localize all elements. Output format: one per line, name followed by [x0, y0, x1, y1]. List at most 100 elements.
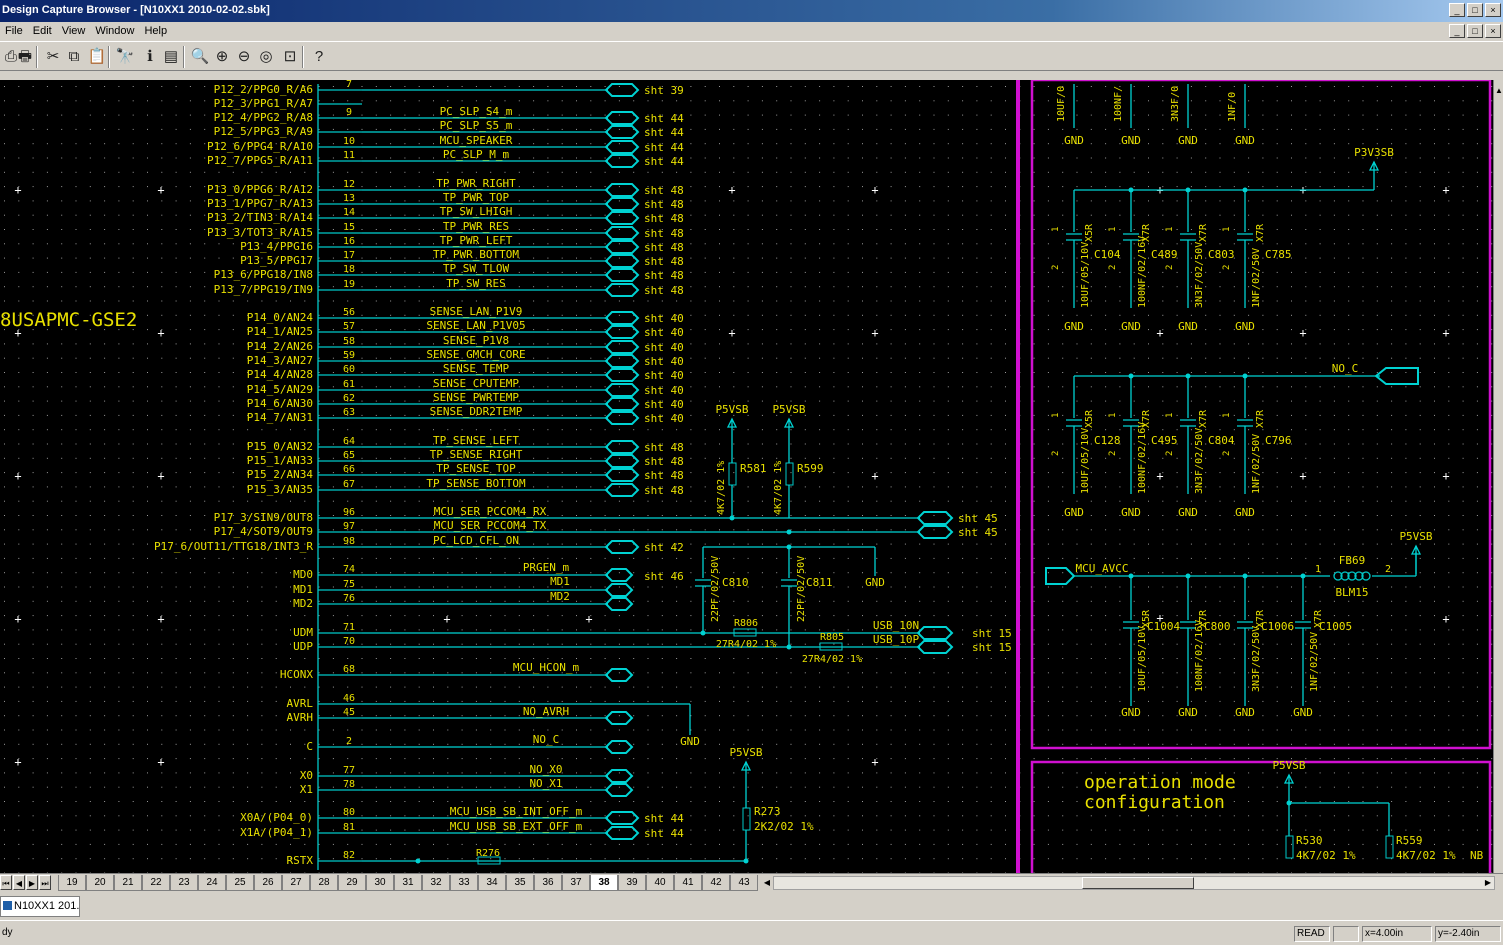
close-button[interactable]: ×: [1485, 3, 1501, 17]
grid-cross: +: [728, 183, 735, 197]
zoom-fit-icon[interactable]: ⊡: [279, 46, 301, 68]
last-sheet-icon[interactable]: ⏭: [39, 875, 51, 890]
offpage-connector: [604, 597, 634, 611]
menu-window[interactable]: Window: [90, 22, 139, 37]
sheet-tab-20[interactable]: 20: [86, 875, 114, 891]
sheet-tab-25[interactable]: 25: [226, 875, 254, 891]
next-sheet-icon[interactable]: ▶: [26, 875, 38, 890]
sheet-ref: sht 48: [644, 455, 684, 468]
pin-number: 61: [343, 379, 355, 390]
sheet-tab-39[interactable]: 39: [618, 875, 646, 891]
pin-number: 18: [343, 264, 355, 275]
grid-cross: +: [871, 755, 878, 769]
capacitor-dielectric: X7R: [1255, 409, 1266, 428]
sheet-tab-29[interactable]: 29: [338, 875, 366, 891]
mdi-restore-button[interactable]: □: [1467, 24, 1483, 38]
minimize-button[interactable]: _: [1449, 3, 1465, 17]
offpage-connector: [604, 468, 640, 482]
sheet-tab-23[interactable]: 23: [170, 875, 198, 891]
pin-number: 78: [343, 779, 355, 790]
capacitor-value: 22PF/02/50V: [710, 556, 721, 622]
net-label: MCU_USB_SB_EXT_OFF_m: [450, 820, 583, 833]
first-sheet-icon[interactable]: ⏮: [0, 875, 12, 890]
net-label: MD2: [550, 590, 570, 603]
resistor-value: 2K2/02 1%: [754, 820, 814, 833]
offpage-connector: [604, 354, 640, 368]
sheet-tab-31[interactable]: 31: [394, 875, 422, 891]
horizontal-scrollbar[interactable]: ◀ ▶: [764, 876, 1495, 890]
capacitor-ref: C804: [1208, 434, 1235, 447]
document-tab[interactable]: N10XX1 201...: [0, 896, 80, 917]
sheet-tab-33[interactable]: 33: [450, 875, 478, 891]
pin-number: 1: [1165, 227, 1175, 232]
net-label: PC_SLP_S5_m: [440, 119, 513, 132]
maximize-button[interactable]: □: [1467, 3, 1483, 17]
sheet-tab-40[interactable]: 40: [646, 875, 674, 891]
sheet-tab-34[interactable]: 34: [478, 875, 506, 891]
toolbar-separator: [302, 46, 304, 68]
pin-number: 46: [343, 693, 355, 704]
pin-number: 56: [343, 307, 355, 318]
sheet-tab-32[interactable]: 32: [422, 875, 450, 891]
menu-file[interactable]: File: [0, 22, 28, 37]
properties-icon[interactable]: ▤: [160, 46, 182, 68]
sheet-tab-36[interactable]: 36: [534, 875, 562, 891]
vertical-scrollbar[interactable]: ▲: [1493, 80, 1503, 873]
find-icon[interactable]: 🔭: [114, 46, 136, 68]
sheet-tab-30[interactable]: 30: [366, 875, 394, 891]
capacitor-value: 1NF/02/50V: [1251, 434, 1262, 494]
sheet-tab-22[interactable]: 22: [142, 875, 170, 891]
scroll-left-icon[interactable]: ◀: [761, 877, 773, 889]
zoom-out-icon[interactable]: ⊖: [233, 46, 255, 68]
net-label: TP_SW_RES: [446, 277, 506, 290]
grid-cross: +: [728, 326, 735, 340]
sheet-tab-26[interactable]: 26: [254, 875, 282, 891]
zoom-in-icon[interactable]: ⊕: [211, 46, 233, 68]
menu-edit[interactable]: Edit: [28, 22, 57, 37]
sheet-tab-21[interactable]: 21: [114, 875, 142, 891]
mdi-minimize-button[interactable]: _: [1449, 24, 1465, 38]
sheet-tab-41[interactable]: 41: [674, 875, 702, 891]
offpage-connector: [604, 111, 640, 125]
sheet-tab-24[interactable]: 24: [198, 875, 226, 891]
print-icon[interactable]: 🖶: [14, 46, 36, 68]
prev-sheet-icon[interactable]: ◀: [13, 875, 25, 890]
capacitor-ref: C489: [1151, 248, 1178, 261]
capacitor-ref: C803: [1208, 248, 1235, 261]
sheet-tab-27[interactable]: 27: [282, 875, 310, 891]
sheet-tab-43[interactable]: 43: [730, 875, 758, 891]
schematic-canvas[interactable]: + + + + + + + + + + + + + + + + + + + + + + + + + + + + +8USAPMC-GSE…: [0, 80, 1493, 873]
info-icon[interactable]: ℹ: [139, 46, 161, 68]
paste-icon[interactable]: 📋: [86, 46, 108, 68]
sheet-tab-35[interactable]: 35: [506, 875, 534, 891]
net-label: MCU_USB_SB_INT_OFF_m: [450, 805, 583, 818]
sheet-ref: sht 48: [644, 241, 684, 254]
pin-number: 76: [343, 593, 355, 604]
pin-name: P13_6/PPG18/IN8: [214, 268, 313, 281]
menu-help[interactable]: Help: [139, 22, 172, 37]
offpage-connector: [916, 626, 954, 640]
zoom-icon[interactable]: 🔍: [189, 46, 211, 68]
help-icon[interactable]: ?: [308, 46, 330, 68]
pin-name: P13_0/PPG6_R/A12: [207, 183, 313, 196]
pin-name: MD0: [293, 568, 313, 581]
sheet-tab-37[interactable]: 37: [562, 875, 590, 891]
capacitor-value: 10UF/05/10V: [1080, 242, 1091, 308]
sheet-tab-28[interactable]: 28: [310, 875, 338, 891]
scroll-right-icon[interactable]: ▶: [1482, 877, 1494, 889]
scroll-thumb[interactable]: [1082, 877, 1194, 889]
schematic-drawing[interactable]: + ++ ++ ++ ++ ++ ++ ++++ ++ + ++ + ++ + +++8USAPMC-GSE…: [0, 80, 1493, 873]
copy-icon[interactable]: ⧉: [63, 46, 85, 68]
mdi-close-button[interactable]: ×: [1485, 24, 1501, 38]
zoom-previous-icon[interactable]: ◎: [255, 46, 277, 68]
grid-cross: +: [157, 183, 164, 197]
capacitor-ref: C128: [1094, 434, 1121, 447]
offpage-connector: [604, 583, 634, 597]
scroll-up-icon[interactable]: ▲: [1494, 86, 1503, 95]
sheet-tab-19[interactable]: 19: [58, 875, 86, 891]
menu-view[interactable]: View: [57, 22, 91, 37]
capacitor-dielectric: X7R: [1255, 223, 1266, 242]
sheet-tab-38[interactable]: 38: [590, 875, 618, 891]
sheet-tab-42[interactable]: 42: [702, 875, 730, 891]
cut-icon[interactable]: ✂: [42, 46, 64, 68]
